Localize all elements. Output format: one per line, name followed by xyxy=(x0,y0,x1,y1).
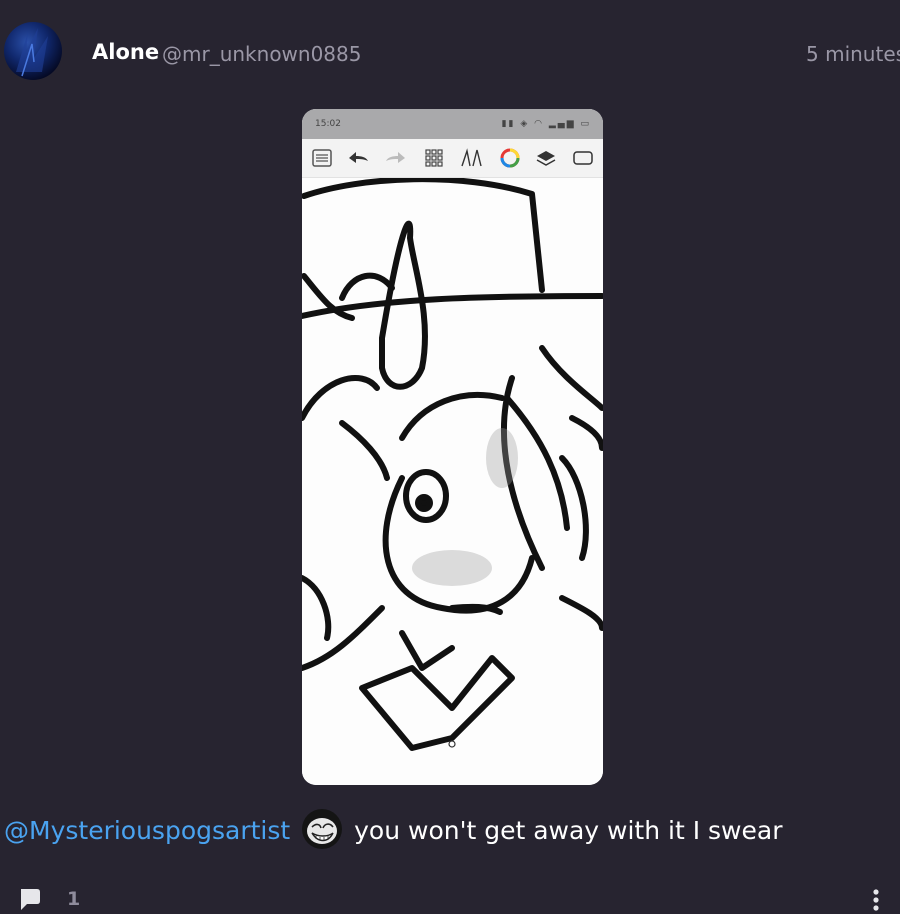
phone-status-bar: 15:02 ▮▮ ◈ ◠ ▂▄▆ ▭ xyxy=(302,109,603,139)
trollface-emoji xyxy=(302,809,343,849)
avatar[interactable] xyxy=(4,22,62,80)
list-icon xyxy=(312,149,332,167)
sketch-drawing xyxy=(302,176,603,751)
layers-icon xyxy=(536,151,556,166)
brush-icon xyxy=(461,148,482,167)
comment-count: 1 xyxy=(67,888,81,910)
post-timestamp: 5 minutes xyxy=(806,42,900,66)
more-options-icon[interactable] xyxy=(866,886,886,914)
undo-icon xyxy=(349,152,368,163)
user-mention[interactable]: @Mysteriouspogsartist xyxy=(4,816,290,845)
canvas-icon xyxy=(573,151,593,165)
redo-icon xyxy=(386,152,405,163)
comment-icon[interactable] xyxy=(17,886,43,912)
color-wheel-icon xyxy=(500,148,520,168)
drawing-canvas xyxy=(302,176,603,785)
status-time: 15:02 xyxy=(315,119,341,129)
grid-icon xyxy=(425,149,443,167)
drawing-app-toolbar xyxy=(302,139,603,178)
post-image[interactable]: 15:02 ▮▮ ◈ ◠ ▂▄▆ ▭ xyxy=(302,109,603,785)
author-handle[interactable]: @mr_unknown0885 xyxy=(162,42,361,66)
author-name[interactable]: Alone xyxy=(92,40,159,64)
post-caption: @Mysteriouspogsartist you won't get away… xyxy=(4,809,783,852)
caption-text: you won't get away with it I swear xyxy=(354,816,783,845)
status-icons: ▮▮ ◈ ◠ ▂▄▆ ▭ xyxy=(501,119,591,129)
